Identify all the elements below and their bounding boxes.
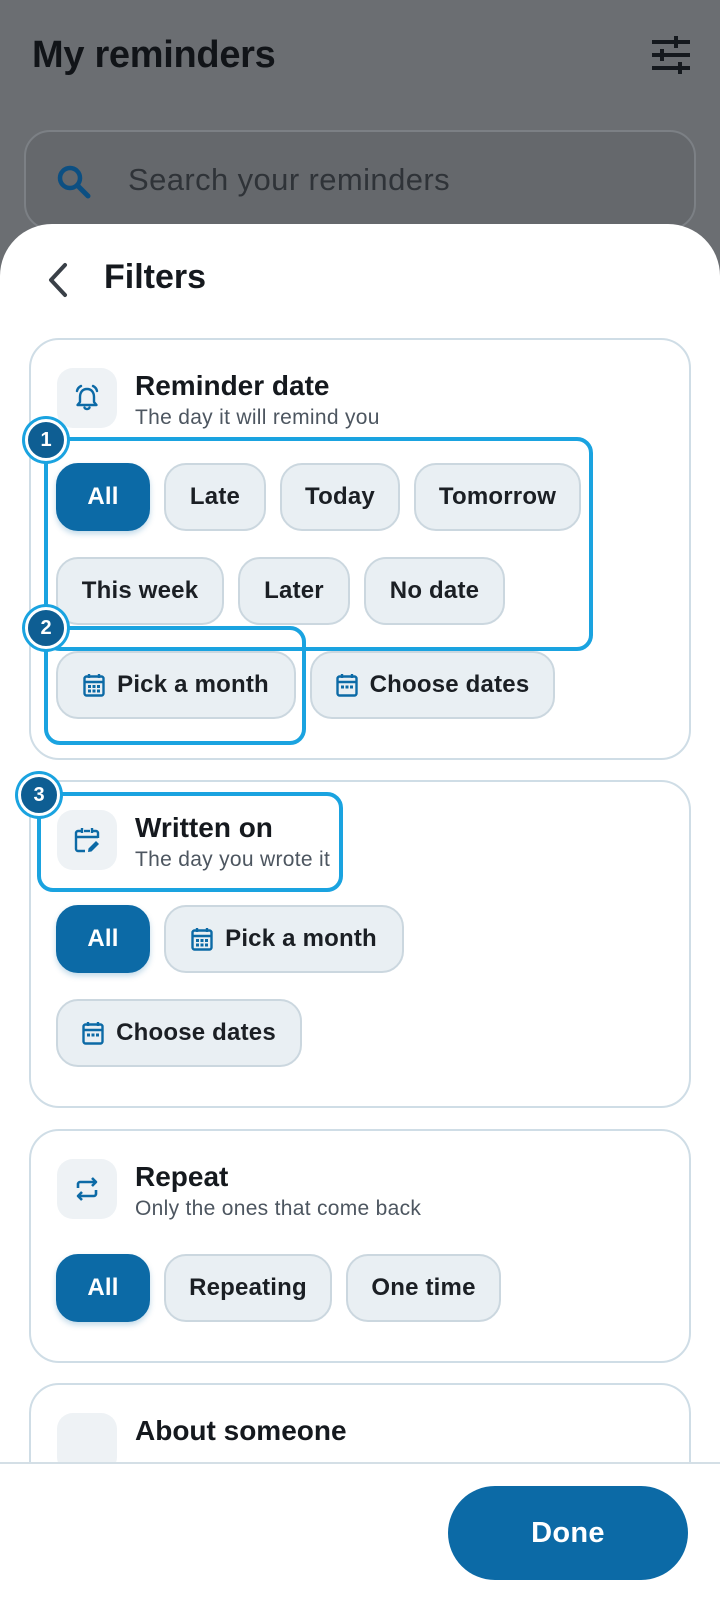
annotation-badge-2: 2 [25, 607, 67, 649]
reminder-date-chip-today[interactable]: Today [280, 463, 400, 531]
reminder-date-chip-all[interactable]: All [56, 463, 150, 531]
reminder-date-chip-choose-dates[interactable]: Choose dates [310, 651, 555, 719]
written-on-chip-pick-month[interactable]: Pick a month [164, 905, 404, 973]
sheet-title: Filters [104, 258, 207, 296]
search-placeholder: Search your reminders [128, 162, 450, 197]
written-on-subtitle: The day you wrote it [135, 848, 331, 871]
sheet-footer: Done [0, 1462, 720, 1600]
annotation-badge-1: 1 [25, 419, 67, 461]
calendar-icon [82, 1022, 104, 1045]
repeat-chip-all[interactable]: All [56, 1254, 150, 1322]
chevron-left-icon [49, 263, 67, 297]
page-title: My reminders [32, 34, 276, 76]
reminder-date-subtitle: The day it will remind you [135, 406, 380, 429]
done-button[interactable]: Done [448, 1486, 688, 1580]
about-someone-title: About someone [135, 1415, 347, 1446]
repeat-chip-repeating[interactable]: Repeating [164, 1254, 332, 1322]
reminder-date-chip-tomorrow[interactable]: Tomorrow [414, 463, 581, 531]
alarm-bell-icon [57, 368, 117, 428]
calendar-icon [83, 674, 105, 697]
reminder-date-chip-this-week[interactable]: This week [56, 557, 224, 625]
reminder-date-title: Reminder date [135, 370, 330, 401]
chip-label: Choose dates [369, 671, 530, 698]
written-on-title: Written on [135, 812, 273, 843]
back-button[interactable] [34, 254, 82, 306]
reminder-date-chip-late[interactable]: Late [164, 463, 266, 531]
reminder-date-chip-no-date[interactable]: No date [364, 557, 505, 625]
repeat-chip-one-time[interactable]: One time [346, 1254, 501, 1322]
filters-scroll-area[interactable]: Filters Reminder date The day it will re… [0, 224, 720, 1462]
calendar-edit-icon [57, 810, 117, 870]
repeat-title: Repeat [135, 1161, 229, 1192]
written-on-chip-choose-dates[interactable]: Choose dates [56, 999, 302, 1067]
chip-label: Pick a month [225, 925, 377, 952]
person-icon [57, 1413, 117, 1462]
reminder-date-chip-pick-month[interactable]: Pick a month [56, 651, 296, 719]
search-icon [56, 164, 92, 200]
calendar-icon [191, 928, 213, 951]
annotation-badge-3: 3 [18, 774, 60, 816]
app-header: My reminders Search your reminders [0, 0, 720, 230]
filters-sheet: Filters Reminder date The day it will re… [0, 224, 720, 1600]
chip-label: Pick a month [117, 671, 269, 698]
calendar-icon [335, 674, 358, 697]
written-on-chip-all[interactable]: All [56, 905, 150, 973]
repeat-subtitle: Only the ones that come back [135, 1197, 422, 1220]
chip-label: Choose dates [116, 1019, 276, 1046]
search-input[interactable]: Search your reminders [24, 130, 696, 230]
repeat-icon [57, 1159, 117, 1219]
filter-sliders-icon[interactable] [650, 34, 692, 76]
about-someone-card: About someone [29, 1383, 691, 1462]
reminder-date-chip-later[interactable]: Later [238, 557, 350, 625]
repeat-card: Repeat Only the ones that come back [29, 1129, 691, 1363]
